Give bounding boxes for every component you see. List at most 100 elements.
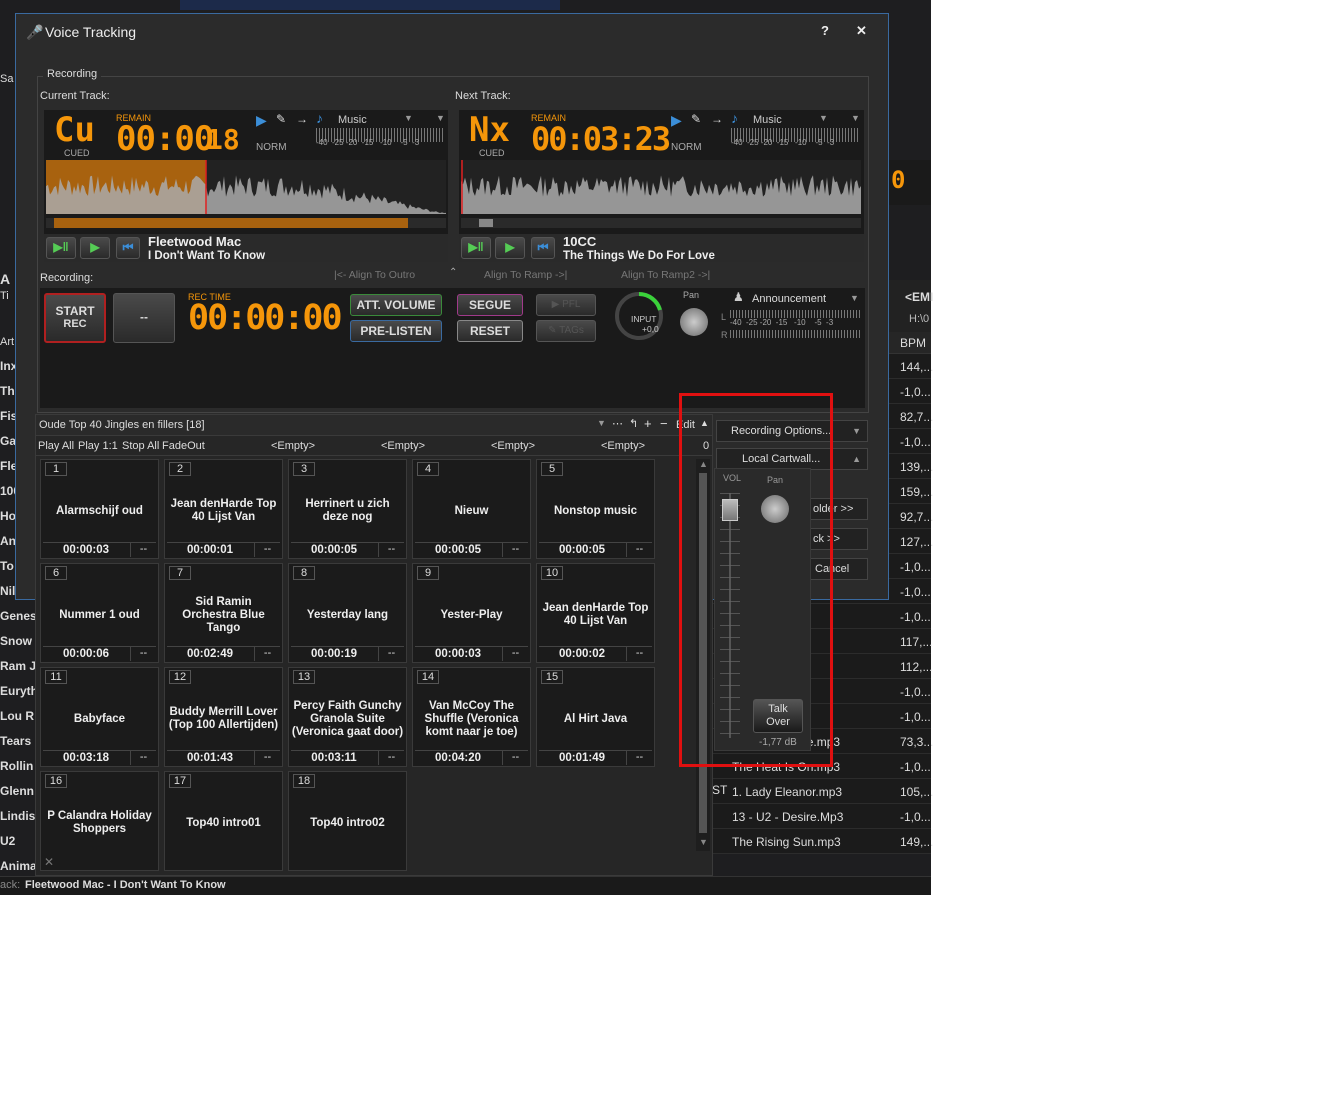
- cart-options-button[interactable]: --: [254, 647, 280, 661]
- play-mode-icon[interactable]: ▶: [256, 112, 267, 129]
- bg-track-bpm: 112,...: [900, 660, 933, 674]
- align-ramp-button[interactable]: Align To Ramp ->|: [484, 269, 567, 281]
- cart-options-button[interactable]: --: [502, 543, 528, 557]
- input-vu-scale: -40 -25 -20 -15 -10 -5 -3: [730, 318, 834, 327]
- remove-icon[interactable]: −: [660, 416, 668, 431]
- cart-button[interactable]: 5 Nonstop music 00:00:05 --: [536, 459, 655, 559]
- rec-secondary-button[interactable]: --: [113, 293, 175, 343]
- cart-button[interactable]: 3 Herrinert u zich deze nog 00:00:05 --: [288, 459, 407, 559]
- cart-options-button[interactable]: --: [626, 751, 652, 765]
- cart-duration: 00:00:05: [558, 544, 606, 556]
- menu-dropdown-icon[interactable]: ▼: [436, 113, 445, 123]
- cart-options-button[interactable]: --: [130, 751, 156, 765]
- empty-slot[interactable]: <Empty>: [381, 440, 425, 452]
- cart-options-button[interactable]: --: [378, 543, 404, 557]
- play-pause-button[interactable]: ▶‖: [46, 237, 76, 259]
- chevron-up-icon[interactable]: ⌃: [449, 267, 457, 278]
- cart-button[interactable]: 9 Yester-Play 00:00:03 --: [412, 563, 531, 663]
- cart-button[interactable]: 16 P Calandra Holiday Shoppers: [40, 771, 159, 871]
- bg-track-name: 1. Lady Eleanor.mp3: [732, 785, 843, 799]
- cart-options-button[interactable]: --: [626, 543, 652, 557]
- close-icon[interactable]: ✕: [44, 855, 54, 869]
- help-button[interactable]: ?: [821, 23, 829, 38]
- category-dropdown-icon[interactable]: ▼: [404, 113, 413, 123]
- category-dropdown-icon[interactable]: ▼: [819, 113, 828, 123]
- cart-name: Yester-Play: [440, 608, 503, 621]
- source-select[interactable]: Announcement: [752, 293, 826, 305]
- align-outro-button[interactable]: |<- Align To Outro: [334, 269, 415, 281]
- cart-button[interactable]: 2 Jean denHarde Top 40 Lijst Van 00:00:01 -…: [164, 459, 283, 559]
- cart-button[interactable]: 8 Yesterday lang 00:00:19 --: [288, 563, 407, 663]
- menu-dropdown-icon[interactable]: ▼: [851, 113, 860, 123]
- reset-button[interactable]: RESET: [457, 320, 523, 342]
- edit-icon[interactable]: ✎: [691, 112, 701, 126]
- undo-icon[interactable]: ↰: [629, 417, 638, 430]
- cart-number: 18: [293, 774, 315, 788]
- more-icon[interactable]: ⋯: [612, 417, 623, 430]
- cart-button[interactable]: 15 Al Hirt Java 00:01:49 --: [536, 667, 655, 767]
- cart-options-button[interactable]: --: [130, 647, 156, 661]
- pan-knob[interactable]: [680, 308, 708, 336]
- cart-button[interactable]: 11 Babyface 00:03:18 --: [40, 667, 159, 767]
- play-next-button[interactable]: ▶: [495, 237, 525, 259]
- cart-number: 1: [45, 462, 67, 476]
- cart-options-button[interactable]: --: [502, 647, 528, 661]
- align-ramp2-button[interactable]: Align To Ramp2 ->|: [621, 269, 710, 281]
- next-waveform[interactable]: [461, 160, 861, 230]
- cart-number: 4: [417, 462, 439, 476]
- bg-track-bpm: -1,0...: [900, 810, 931, 824]
- cart-button[interactable]: 17 Top40 intro01: [164, 771, 283, 871]
- cart-footer: 00:00:05 --: [291, 542, 404, 557]
- rewind-button[interactable]: ⏮: [116, 237, 140, 259]
- cart-button[interactable]: 7 Sid Ramin Orchestra Blue Tango 00:02:49 -…: [164, 563, 283, 663]
- cart-options-button[interactable]: --: [254, 751, 280, 765]
- cart-button[interactable]: 12 Buddy Merrill Lover (Top 100 Allertijd…: [164, 667, 283, 767]
- source-dropdown-icon[interactable]: ▼: [850, 293, 859, 303]
- next-title: The Things We Do For Love: [563, 250, 715, 262]
- start-rec-button[interactable]: START REC: [44, 293, 106, 343]
- att-volume-button[interactable]: ATT. VOLUME: [350, 294, 442, 316]
- add-icon[interactable]: +: [644, 416, 652, 431]
- status-prefix: ack:: [0, 879, 21, 891]
- next-mode: NORM: [671, 142, 702, 153]
- cart-button[interactable]: 14 Van McCoy The Shuffle (Veronica komt n…: [412, 667, 531, 767]
- empty-slot[interactable]: <Empty>: [491, 440, 535, 452]
- cartwall-dropdown-icon[interactable]: ▼: [597, 418, 606, 428]
- rewind-button[interactable]: ⏮: [531, 237, 555, 259]
- pre-listen-button[interactable]: PRE-LISTEN: [350, 320, 442, 342]
- cart-options-button[interactable]: --: [378, 751, 404, 765]
- cart-button[interactable]: 6 Nummer 1 oud 00:00:06 --: [40, 563, 159, 663]
- pfl-button[interactable]: ▶ PFL: [536, 294, 596, 316]
- play-mode-icon[interactable]: ▶: [671, 112, 682, 129]
- cart-button[interactable]: 10 Jean denHarde Top 40 Lijst Van 00:00:02…: [536, 563, 655, 663]
- close-button[interactable]: ✕: [856, 23, 867, 39]
- cart-button[interactable]: 4 Nieuw 00:00:05 --: [412, 459, 531, 559]
- cart-button[interactable]: 13 Percy Faith Gunchy Granola Suite (Vero…: [288, 667, 407, 767]
- cart-options-button[interactable]: --: [130, 543, 156, 557]
- play-1-1-button[interactable]: Play 1:1: [78, 440, 118, 452]
- cart-button[interactable]: 1 Alarmschijf oud 00:00:03 --: [40, 459, 159, 559]
- current-waveform[interactable]: [46, 160, 446, 230]
- cart-options-button[interactable]: --: [254, 543, 280, 557]
- edit-icon[interactable]: ✎: [276, 112, 286, 126]
- empty-slot[interactable]: <Empty>: [601, 440, 645, 452]
- cart-button[interactable]: 18 Top40 intro02: [288, 771, 407, 871]
- cart-name: Nonstop music: [553, 504, 638, 517]
- play-pause-button[interactable]: ▶‖: [461, 237, 491, 259]
- scroll-down-icon[interactable]: ▼: [699, 837, 708, 847]
- play-next-button[interactable]: ▶: [80, 237, 110, 259]
- bg-track-bpm: 144,...: [900, 360, 934, 374]
- tags-button[interactable]: ✎ TAGs: [536, 320, 596, 342]
- bg-left-label: An: [0, 534, 16, 548]
- cart-number: 6: [45, 566, 67, 580]
- cart-options-button[interactable]: --: [502, 751, 528, 765]
- play-all-button[interactable]: Play All: [38, 440, 74, 452]
- empty-slot[interactable]: <Empty>: [271, 440, 315, 452]
- cart-name: Al Hirt Java: [563, 712, 628, 725]
- segue-button[interactable]: SEGUE: [457, 294, 523, 316]
- cart-options-button[interactable]: --: [626, 647, 652, 661]
- bg-track-bpm: 73,3...: [900, 735, 934, 749]
- fadeout-button[interactable]: FadeOut: [162, 440, 205, 452]
- stop-all-button[interactable]: Stop All: [122, 440, 159, 452]
- cart-options-button[interactable]: --: [378, 647, 404, 661]
